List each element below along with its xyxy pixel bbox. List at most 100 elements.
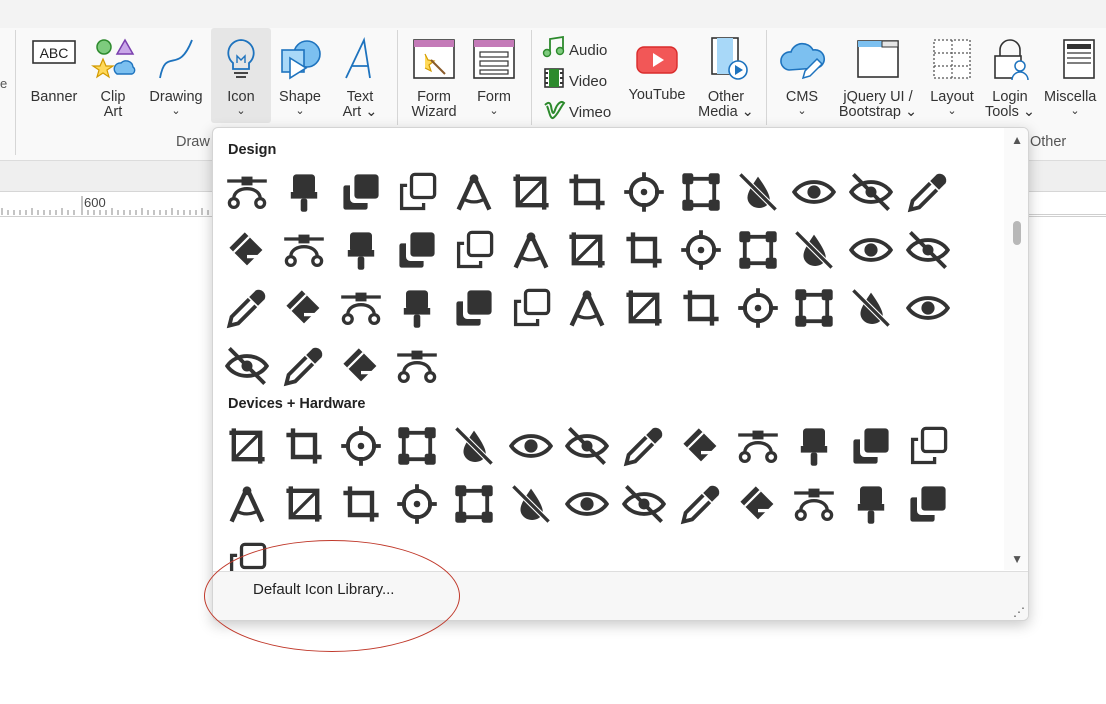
compass-drafting-icon-glyph — [456, 174, 492, 211]
brush-icon[interactable] — [276, 163, 333, 221]
login-tools-button[interactable]: Login Tools ⌄ — [982, 28, 1038, 126]
fill-drip-icon[interactable] — [276, 221, 333, 279]
clone-outline-icon[interactable] — [389, 163, 446, 221]
ruler-horizontal-icon[interactable] — [559, 279, 616, 337]
scroll-thumb[interactable] — [1013, 221, 1021, 245]
pen-icon[interactable] — [559, 221, 616, 279]
youtube-button[interactable]: YouTube — [622, 28, 692, 126]
print-icon[interactable] — [502, 475, 559, 533]
server-icon[interactable] — [616, 475, 673, 533]
splotch-icon[interactable] — [729, 279, 786, 337]
palette-icon[interactable] — [786, 221, 843, 279]
ruler-vertical-icon[interactable] — [616, 279, 673, 337]
tablet-icon[interactable] — [729, 475, 786, 533]
compass-drafting-icon[interactable] — [446, 163, 503, 221]
power-off-icon[interactable] — [446, 475, 503, 533]
vector-square-icon[interactable] — [673, 163, 730, 221]
mobile-screen-icon[interactable] — [332, 475, 389, 533]
clone-solid-icon[interactable] — [332, 163, 389, 221]
text-art-button[interactable]: Text Art ⌄ — [330, 28, 390, 126]
bezier-curve-icon[interactable] — [219, 163, 276, 221]
swatchbook-icon[interactable] — [219, 337, 276, 395]
layer-group-icon[interactable] — [389, 221, 446, 279]
layout-button[interactable]: Layout ⌄ — [924, 28, 980, 126]
crop-alt-icon[interactable] — [502, 163, 559, 221]
square-corners-icon[interactable] — [332, 337, 389, 395]
hard-drive-icon[interactable] — [616, 417, 673, 475]
swatchbook-icon-glyph — [225, 347, 270, 385]
news-icon — [1050, 36, 1098, 86]
stapler-icon[interactable] — [899, 279, 956, 337]
lines-leaning-icon[interactable] — [446, 221, 503, 279]
form-wizard-button[interactable]: Form Wizard — [404, 28, 464, 126]
database-icon[interactable] — [332, 417, 389, 475]
object-ungroup-icon[interactable] — [673, 221, 730, 279]
pen-fancy-icon[interactable] — [219, 279, 276, 337]
tablet-screen-icon[interactable] — [843, 475, 900, 533]
video-button[interactable]: Video — [542, 67, 607, 91]
pencil-icon[interactable] — [843, 221, 900, 279]
pen-ruler-icon[interactable] — [332, 279, 389, 337]
download-icon[interactable] — [502, 417, 559, 475]
marker-icon[interactable] — [502, 221, 559, 279]
drawing-button[interactable]: Drawing ⌄ — [143, 28, 209, 126]
hdd-icon-glyph — [909, 486, 946, 522]
shape-button[interactable]: Shape ⌄ — [273, 28, 327, 126]
hdd-icon[interactable] — [899, 475, 956, 533]
desktop-icon[interactable] — [389, 417, 446, 475]
floppy-disk-icon[interactable] — [559, 417, 616, 475]
cms-button[interactable]: CMS ⌄ — [773, 28, 831, 126]
spray-can-icon[interactable] — [786, 279, 843, 337]
mobile-screen-button-icon[interactable] — [389, 475, 446, 533]
crosshairs-icon-glyph — [624, 172, 664, 212]
display-icon[interactable] — [446, 417, 503, 475]
tablet-button-icon[interactable] — [786, 475, 843, 533]
banner-label: Banner — [30, 89, 78, 105]
memory-icon[interactable] — [843, 417, 900, 475]
banner-button[interactable]: ABC Banner — [24, 28, 84, 126]
audio-button[interactable]: Audio — [542, 35, 607, 60]
crosshairs-icon[interactable] — [616, 163, 673, 221]
mobile-button-icon[interactable] — [276, 475, 333, 533]
computer-icon[interactable] — [219, 417, 276, 475]
pencil-outline-icon[interactable] — [389, 279, 446, 337]
eye-slash-icon[interactable] — [843, 163, 900, 221]
fill-icon[interactable] — [219, 221, 276, 279]
sd-card-icon[interactable] — [559, 475, 616, 533]
scroll-down-icon[interactable]: ▼ — [1011, 552, 1023, 566]
jquery-ui-bootstrap-button[interactable]: jQuery UI / Bootstrap ⌄ — [834, 28, 922, 126]
microchip-icon[interactable] — [899, 417, 956, 475]
keyboard-icon[interactable] — [729, 417, 786, 475]
object-group-icon[interactable] — [616, 221, 673, 279]
eye-dropper-slash-icon[interactable] — [729, 163, 786, 221]
mouse-icon[interactable] — [276, 417, 333, 475]
house-laptop-icon[interactable] — [673, 417, 730, 475]
stamp-icon[interactable] — [843, 279, 900, 337]
wand-magic-sparkles-icon[interactable] — [389, 337, 446, 395]
scroll-up-icon[interactable]: ▲ — [1011, 133, 1023, 147]
vimeo-button[interactable]: Vimeo — [542, 98, 611, 122]
crop-icon[interactable] — [559, 163, 616, 221]
layout-grid-icon — [928, 36, 976, 86]
mobile-icon[interactable] — [219, 475, 276, 533]
eye-icon[interactable] — [786, 163, 843, 221]
icon-button[interactable]: Icon ⌄ — [211, 28, 271, 123]
pen-nib-icon[interactable] — [276, 279, 333, 337]
icons-icon[interactable] — [332, 221, 389, 279]
pen-alt-icon[interactable] — [899, 221, 956, 279]
pen-square-icon[interactable] — [446, 279, 503, 337]
paint-brush-icon[interactable] — [729, 221, 786, 279]
popup-scrollbar[interactable]: ▲ ▼ — [1004, 128, 1028, 570]
clip-art-button[interactable]: Clip Art — [87, 28, 139, 126]
form-button[interactable]: Form ⌄ — [466, 28, 522, 126]
resize-grip-icon[interactable]: ⋰ — [1013, 605, 1025, 619]
droplet-icon[interactable] — [276, 337, 333, 395]
eye-dropper-icon[interactable] — [899, 163, 956, 221]
miscellaneous-button[interactable]: Miscella ⌄ — [1042, 28, 1106, 126]
other-media-button[interactable]: Other Media ⌄ — [696, 28, 756, 126]
shapes-icon[interactable] — [673, 279, 730, 337]
sim-card-icon[interactable] — [673, 475, 730, 533]
default-icon-library-item[interactable]: Default Icon Library... — [253, 581, 394, 598]
laptop-icon[interactable] — [786, 417, 843, 475]
ruler-combined-icon[interactable] — [502, 279, 559, 337]
